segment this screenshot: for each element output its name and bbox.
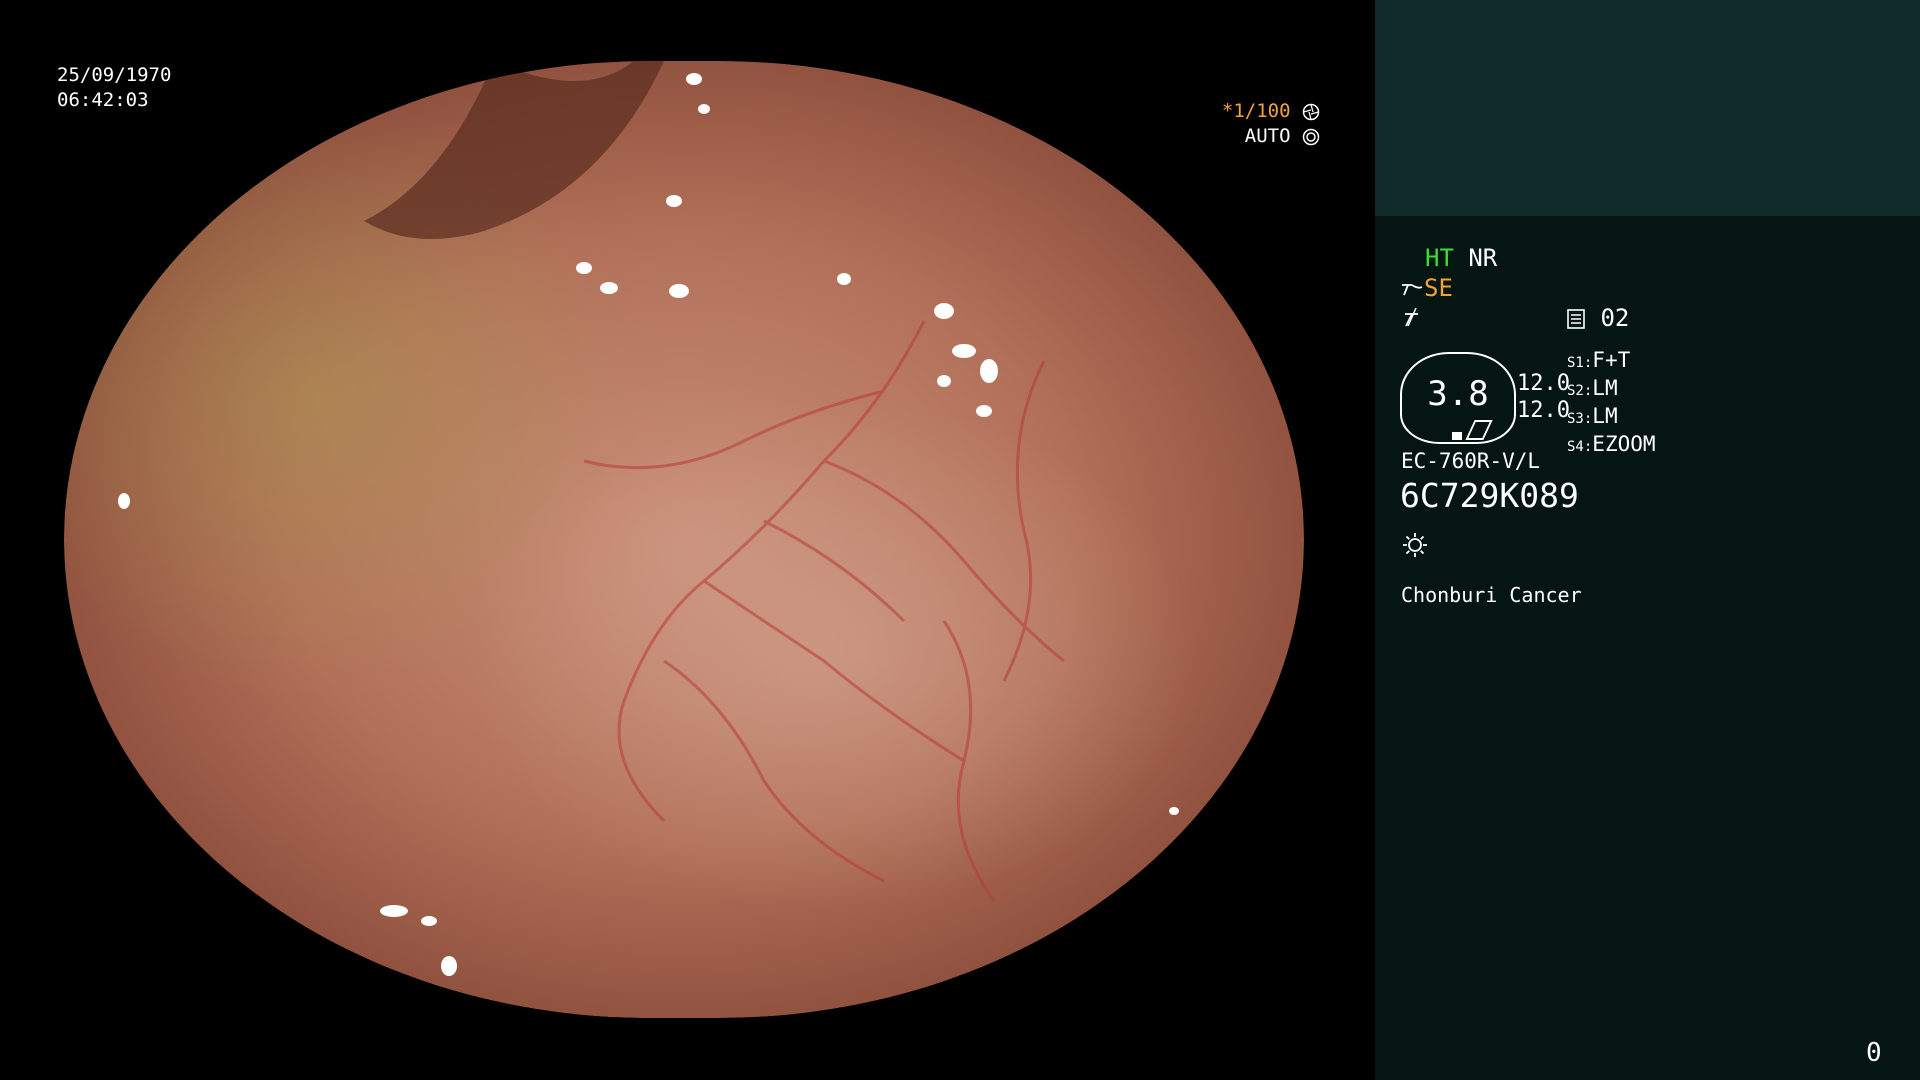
scope-serial: 6C729K089	[1400, 476, 1579, 515]
panel-header-area	[1375, 0, 1920, 216]
mucosa-vessels	[118, 61, 1179, 988]
frame-counter: 0	[1866, 1038, 1882, 1068]
preset-row: S4:EZOOM	[1567, 432, 1656, 460]
memory-number: 02	[1600, 304, 1630, 332]
preset-value: LM	[1592, 404, 1618, 428]
level-bottom: 12.0	[1517, 398, 1570, 423]
brightness-icon	[1403, 533, 1427, 557]
preset-tag: S3:	[1567, 411, 1593, 427]
light-gauge: 3.8	[1400, 352, 1516, 444]
iris-icon	[1302, 128, 1320, 145]
contrast-icon	[1405, 307, 1418, 327]
exposure-overlay: *1/100 AUTO	[1200, 99, 1320, 149]
preset-row: S1:F+T	[1567, 348, 1656, 376]
nr-mode-label: NR	[1468, 244, 1498, 272]
level-values: 12.0 12.0	[1517, 370, 1570, 424]
se-mode-label: SE	[1424, 274, 1453, 302]
structure-enhance-icon	[1402, 284, 1423, 296]
scope-switch-presets: S1:F+T S2:LM S3:LM S4:EZOOM	[1567, 348, 1656, 460]
endoscopic-image	[64, 61, 1304, 1018]
ht-mode-label: HT	[1425, 244, 1454, 272]
time-text: 06:42:03	[57, 89, 149, 111]
se-row: SE	[1400, 274, 1453, 302]
preset-row: S2:LM	[1567, 376, 1656, 404]
shutter-speed-text: *1/100	[1221, 100, 1291, 122]
preset-row: S3:LM	[1567, 404, 1656, 432]
preset-value: F+T	[1592, 348, 1631, 372]
status-panel	[1375, 216, 1920, 1080]
memory-row: 02	[1566, 304, 1629, 332]
date-text: 25/09/1970	[57, 64, 172, 86]
endoscope-viewport: 25/09/1970 06:42:03 *1/100 AUTO	[0, 0, 1375, 1080]
memory-card-icon	[1567, 309, 1585, 329]
preset-tag: S2:	[1567, 383, 1593, 399]
gauge-tab-icon	[1465, 420, 1493, 440]
scope-model: EC-760R-V/L	[1401, 449, 1541, 473]
gauge-value: 3.8	[1427, 374, 1489, 414]
aperture-icon	[1302, 103, 1320, 120]
preset-tag: S4:	[1567, 439, 1593, 455]
date-time-overlay: 25/09/1970 06:42:03	[57, 63, 171, 113]
preset-value: LM	[1592, 376, 1618, 400]
mode-row: HT NR	[1425, 244, 1497, 272]
hospital-name: Chonburi Cancer	[1401, 583, 1582, 607]
preset-value: EZOOM	[1592, 432, 1656, 456]
preset-tag: S1:	[1567, 355, 1593, 371]
level-top: 12.0	[1517, 371, 1570, 396]
gauge-marker	[1452, 432, 1462, 440]
iris-mode-text: AUTO	[1244, 125, 1291, 147]
